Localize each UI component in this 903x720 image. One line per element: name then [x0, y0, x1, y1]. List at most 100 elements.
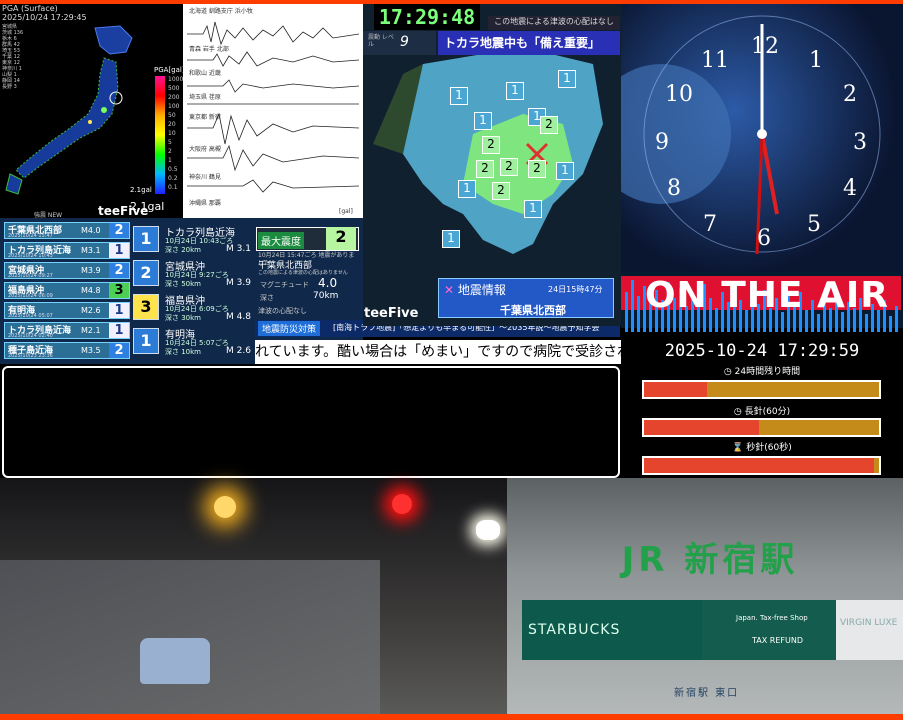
starbucks-sign: STARBUCKS: [522, 600, 702, 660]
ticker-tag: 地震防災対策: [258, 321, 321, 336]
pga-tick: 0.1: [168, 184, 178, 191]
pga-tick: 1: [168, 157, 172, 164]
seismograph-unit: [gal]: [339, 208, 353, 215]
clock-numeral: 7: [703, 212, 717, 237]
progress-fill: [644, 458, 875, 473]
intensity-marker: 1: [450, 87, 468, 105]
clock-icon: ◷: [723, 367, 732, 377]
intensity-marker: 2: [540, 116, 558, 134]
pga-legend-title: PGA[gal]: [154, 66, 185, 74]
quake-detail[interactable]: 2 宮城県沖 10月24日 9:27ごろ 深さ 50km M 3.9: [133, 256, 253, 288]
clock-numeral: 12: [751, 34, 779, 59]
tax-free-label: Japan. Tax-free Shop: [736, 614, 808, 622]
seismograph-panel: 北海道 釧路支庁 浜小牧 青森 岩手 北部 和歌山 近畿 埼玉県 荏原 東京都 …: [183, 4, 363, 218]
pga-gal-small: 2.1gal: [130, 186, 152, 194]
progress-fill: [644, 382, 708, 397]
progress-label: ◷ 長針(60分): [733, 407, 791, 417]
analog-clock-panel: 12 1 2 3 4 5 6 7 8 9 10 11: [621, 4, 903, 272]
teefive-logo: teeFive: [98, 204, 149, 218]
intensity-marker: 1: [556, 162, 574, 180]
clock-numeral: 3: [853, 130, 867, 155]
quake-detail[interactable]: 3 福島県沖 10月24日 6:09ごろ 深さ 30km M 4.8: [133, 290, 253, 322]
store-sign: VIRGIN LUXE: [836, 600, 903, 660]
hourglass-icon: ⌛: [732, 443, 744, 453]
street-lamp: [476, 520, 500, 540]
pga-tick: 1000: [168, 76, 184, 83]
seismograph-label: 東京都 新宿: [189, 114, 221, 121]
clock-numeral: 5: [807, 212, 821, 237]
pga-map-panel: PGA (Surface) 2025/10/24 17:29:45 宮城県 茨城 …: [0, 4, 185, 219]
intensity-marker: 1: [558, 70, 576, 88]
pga-color-scale: [155, 76, 165, 194]
clock-numeral: 11: [701, 48, 729, 73]
magnitude-label: マグニチュード: [260, 281, 309, 289]
digital-clock: 17:29:48: [374, 4, 480, 30]
datetime-display: 2025-10-24 17:29:59: [621, 336, 903, 366]
pga-tick: 0.2: [168, 175, 178, 182]
quake-detail[interactable]: 1 有明海 10月24日 5:07ごろ 深さ 10km M 2.6: [133, 324, 253, 356]
tsunami-note: この地震による津波の心配はありません: [258, 270, 348, 276]
intensity-marker: 1: [474, 112, 492, 130]
quake-row[interactable]: トカラ列島近海 2025/10/24 10:43 M3.1 1: [4, 242, 130, 259]
max-intensity-label: 最大震度: [258, 232, 304, 249]
quake-info-date: 24日15時47分: [548, 285, 603, 294]
intensity-marker: 1: [506, 82, 524, 100]
quake-row[interactable]: トカラ列島近海 2025/10/24 02:40 M2.1 1: [4, 322, 130, 339]
seismograph-label: 大阪府 高槻: [189, 146, 221, 153]
pga-tick: 10: [168, 130, 176, 137]
quake-row[interactable]: 福島県沖 2025/10/24 06:09 M4.8 3: [4, 282, 130, 299]
street-light: [214, 496, 236, 518]
map-headline: トカラ地震中も「備え重要」: [438, 31, 620, 55]
depth-label: 深さ: [260, 294, 274, 302]
quake-info-title: ✕ 地震情報: [444, 283, 506, 297]
station-sign: JR 新宿駅: [621, 540, 799, 580]
seismograph-label: 神奈川 鶴見: [189, 174, 221, 181]
station-camera-feed: [507, 478, 903, 714]
x-mark-icon: ✕: [444, 283, 455, 297]
pga-tick: 5: [168, 139, 172, 146]
level-value: 9: [400, 34, 409, 50]
progress-label: ⌛ 秒針(60秒): [732, 443, 792, 453]
seismograph-label: 埼玉県 荏原: [189, 94, 221, 101]
clock-numeral: 9: [655, 130, 669, 155]
pga-tick: 20: [168, 121, 176, 128]
tax-refund-label: TAX REFUND: [752, 636, 803, 645]
progress-bar-minute: [642, 418, 881, 437]
intensity-marker: 2: [528, 160, 546, 178]
quake-detail[interactable]: 1 トカラ列島近海 10月24日 10:43ごろ 深さ 20km M 3.1: [133, 222, 253, 254]
clock-numeral: 6: [757, 226, 771, 251]
quake-row[interactable]: 宮城県沖 2025/10/24 09:27 M3.9 2: [4, 262, 130, 279]
intensity-marker: 2: [500, 158, 518, 176]
pga-tick: 50: [168, 112, 176, 119]
pga-tick: 2: [168, 148, 172, 155]
pga-tick: 0.5: [168, 166, 178, 173]
clock-numeral: 1: [809, 48, 823, 73]
seismograph-label: 青森 岩手 北部: [189, 46, 229, 53]
tsunami-top-note: この地震による津波の心配はなし: [488, 16, 620, 30]
quake-row[interactable]: 有明海 2025/10/24 05:07 M2.6 1: [4, 302, 130, 319]
clock-numeral: 2: [843, 82, 857, 107]
pga-tick: 100: [168, 103, 180, 110]
progress-bar-24h: [642, 380, 881, 399]
quake-row[interactable]: 種子島近海 2025/10/23 23:36 M3.5 2: [4, 342, 130, 359]
tax-refund-sign: [702, 600, 836, 660]
clock-icon: ◷: [733, 407, 742, 417]
tsunami-footer: 津波の心配なし: [258, 307, 307, 315]
intensity-marker: 1: [524, 200, 542, 218]
pga-tick: 500: [168, 85, 180, 92]
teefive-logo: teeFive: [364, 306, 419, 321]
depth-value: 70km: [313, 291, 339, 301]
seismograph-traces: [187, 21, 360, 193]
pga-title: PGA (Surface): [2, 4, 58, 13]
clock-numeral: 8: [667, 176, 681, 201]
magnitude-value: 4.0: [318, 276, 338, 290]
jr-logo-icon: JR: [621, 540, 669, 580]
pga-station-list: 宮城県 茨城 136 栃木 6 群馬 42 埼玉 53 千葉 12 東京 12 神奈川 1 山梨…: [2, 24, 24, 90]
intensity-marker: 2: [492, 182, 510, 200]
on-air-banner: ON THE AIR: [644, 275, 889, 316]
intensity-marker: 1: [458, 180, 476, 198]
seismograph-label: 沖縄県 那覇: [189, 200, 221, 207]
exit-label: 新宿駅 東口: [674, 688, 740, 699]
progress-label: ◷ 24時間残り時間: [723, 367, 801, 377]
quake-row[interactable]: 千葉県北西部 2025/10/24 15:47 M4.0 2: [4, 222, 130, 239]
